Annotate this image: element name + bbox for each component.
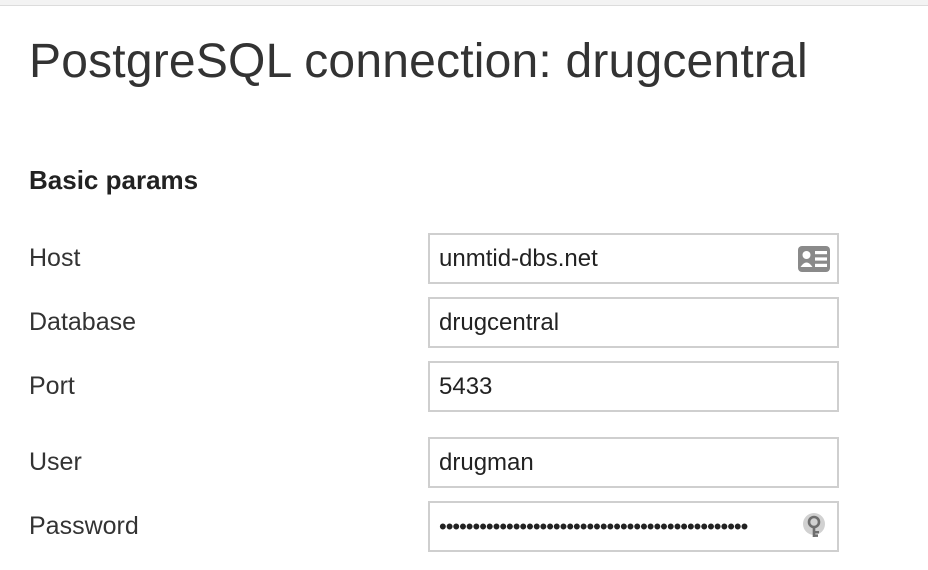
host-label: Host (29, 244, 81, 272)
database-input[interactable] (428, 297, 839, 348)
user-label: User (29, 448, 82, 476)
port-label: Port (29, 372, 75, 400)
database-label: Database (29, 308, 137, 336)
contact-card-icon[interactable] (797, 245, 831, 273)
password-label: Password (29, 512, 139, 540)
host-input[interactable] (428, 233, 839, 284)
password-input[interactable] (428, 501, 839, 552)
page-title: PostgreSQL connection: drugcentral (29, 35, 808, 88)
password-key-icon[interactable] (799, 511, 829, 541)
user-input[interactable] (428, 437, 839, 488)
port-input[interactable] (428, 361, 839, 412)
section-title-basic-params: Basic params (29, 165, 199, 195)
top-border (0, 0, 928, 6)
